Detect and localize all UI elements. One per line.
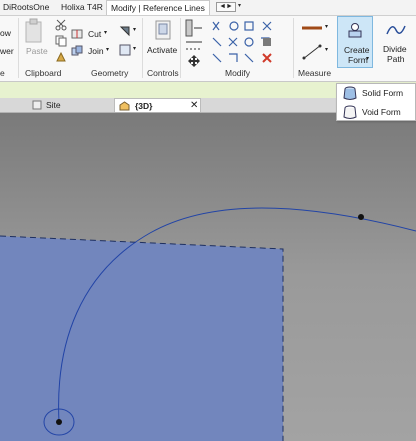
measure-icon[interactable] xyxy=(300,22,324,34)
panel-title-clipboard: Clipboard xyxy=(25,68,62,78)
panel-title-partial: e xyxy=(0,68,5,78)
scissors-icon[interactable] xyxy=(55,19,67,31)
panel-divider xyxy=(180,18,181,78)
panel-title-geometry: Geometry xyxy=(91,68,129,78)
panel-title-modify: Modify xyxy=(225,68,251,78)
create-form-label-line1: Create xyxy=(344,45,370,55)
create-form-dropdown: Solid Form Void Form xyxy=(336,83,416,121)
panel-title-controls: Controls xyxy=(147,68,179,78)
panel-divider xyxy=(18,18,19,78)
ribbon-partial-label-1[interactable]: ow xyxy=(0,28,11,38)
chevron-down-icon[interactable]: ▾ xyxy=(325,46,328,53)
void-form-label: Void Form xyxy=(362,107,401,117)
site-view-icon xyxy=(32,100,42,110)
move-icon[interactable] xyxy=(184,54,204,68)
chevron-down-icon: ▾ xyxy=(366,56,370,62)
paste-icon[interactable] xyxy=(24,18,44,44)
geometry-tool-icon[interactable] xyxy=(119,25,131,37)
void-form-icon xyxy=(343,105,357,119)
tab-modify-reference-lines[interactable]: Modify | Reference Lines xyxy=(106,0,210,15)
offset-icon[interactable] xyxy=(184,38,204,52)
chevron-down-icon[interactable]: ▾ xyxy=(133,45,136,52)
divide-path-label-line2[interactable]: Path xyxy=(387,54,405,64)
wall-join-icon[interactable] xyxy=(119,44,131,56)
panel-divider xyxy=(142,18,143,78)
align-icon[interactable] xyxy=(184,18,204,38)
3d-view-icon xyxy=(119,101,130,111)
divide-path-icon[interactable] xyxy=(385,20,407,40)
tab-holixa-t4r[interactable]: Holixa T4R xyxy=(61,2,103,12)
curve-control-point[interactable] xyxy=(358,214,364,220)
ribbon-partial-label-2[interactable]: wer xyxy=(0,46,14,56)
chevron-down-icon[interactable]: ▾ xyxy=(133,26,136,33)
copy-icon[interactable] xyxy=(55,35,67,47)
activate-button[interactable]: Activate xyxy=(147,45,177,55)
surface-face[interactable] xyxy=(0,236,283,441)
join-icon[interactable] xyxy=(71,45,83,57)
paste-button[interactable]: Paste xyxy=(26,46,48,56)
3d-viewport[interactable] xyxy=(0,113,416,441)
divide-path-label-line1[interactable]: Divide xyxy=(383,44,407,54)
close-icon[interactable]: ✕ xyxy=(190,100,198,111)
create-form-button[interactable]: Create Form ▾ xyxy=(337,16,373,68)
cut-button[interactable]: Cut xyxy=(88,29,101,39)
modify-tools-icon[interactable] xyxy=(211,20,283,64)
dimension-icon[interactable] xyxy=(300,42,324,62)
void-form-item[interactable]: Void Form xyxy=(337,103,416,122)
tab-switch-button[interactable]: ◄► xyxy=(216,2,236,12)
chevron-down-icon[interactable]: ▾ xyxy=(238,2,241,9)
panel-title-measure: Measure xyxy=(298,68,332,78)
join-button[interactable]: Join xyxy=(88,46,104,56)
app-tab-bar: DiRootsOne Holixa T4R Modify | Reference… xyxy=(0,0,416,16)
cut-icon[interactable] xyxy=(71,28,83,40)
curve-endpoint[interactable] xyxy=(56,419,62,425)
solid-form-icon xyxy=(343,86,357,100)
match-properties-icon[interactable] xyxy=(55,51,67,63)
solid-form-label: Solid Form xyxy=(362,88,404,98)
view-tab-3d-label: {3D} xyxy=(135,101,153,111)
view-tab-3d[interactable]: {3D} ✕ xyxy=(114,98,201,112)
chevron-down-icon[interactable]: ▾ xyxy=(106,46,109,53)
view-tab-site-label: Site xyxy=(46,100,61,110)
tab-dirootsone[interactable]: DiRootsOne xyxy=(3,2,49,12)
chevron-down-icon[interactable]: ▾ xyxy=(104,29,107,36)
ribbon: ow wer e Paste Cut ▾ Join ▾ Clipboard ▾ … xyxy=(0,16,416,82)
create-form-label-line2: Form xyxy=(348,55,368,65)
activate-icon[interactable] xyxy=(154,18,172,42)
create-form-icon xyxy=(348,23,362,38)
panel-divider xyxy=(293,18,294,78)
solid-form-item[interactable]: Solid Form xyxy=(337,84,416,103)
chevron-down-icon[interactable]: ▾ xyxy=(325,23,328,30)
